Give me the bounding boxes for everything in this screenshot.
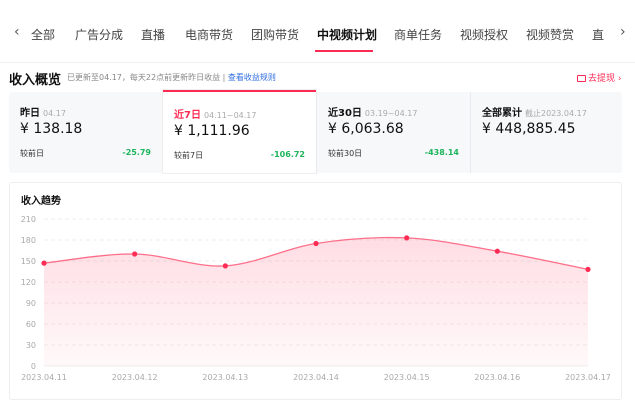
note-separator: | xyxy=(222,73,226,82)
card-last-7-days[interactable]: 近7日 04.11~04.17 ¥ 1,111.96 较前7日 -106.72 xyxy=(163,90,316,173)
tab-bar: ‹ 全部 广告分成 直播 电商带货 团购带货 中视频计划 商单任务 视频授权 视… xyxy=(0,0,635,62)
data-point xyxy=(41,260,47,266)
y-tick-label: 210 xyxy=(21,215,36,224)
card-value: ¥ 1,111.96 xyxy=(174,123,250,139)
update-note-text: 已更新至04.17，每天22点前更新昨日收益 xyxy=(67,73,221,82)
y-tick-label: 90 xyxy=(26,299,36,308)
income-trend-panel: 收入趋势 0 30 60 90 120 150 180 210 2023.04.11 2023.0… xyxy=(9,182,622,400)
x-tick-label: 2023.04.14 xyxy=(293,373,339,382)
tab-video-tips[interactable]: 视频赞赏 xyxy=(526,26,574,43)
card-label: 昨日 04.17 xyxy=(20,104,66,119)
card-label: 近30日 03.19~04.17 xyxy=(328,104,417,119)
card-value: ¥ 6,063.68 xyxy=(328,121,404,137)
card-label-text: 昨日 xyxy=(20,108,40,119)
tab-ad-share[interactable]: 广告分成 xyxy=(75,26,123,43)
tab-live[interactable]: 直播 xyxy=(141,26,165,43)
card-delta: -106.72 xyxy=(270,150,305,159)
x-tick-label: 2023.04.15 xyxy=(384,373,430,382)
card-value: ¥ 138.18 xyxy=(20,121,83,137)
data-point xyxy=(494,248,500,254)
card-delta: -438.14 xyxy=(424,148,459,157)
data-point xyxy=(585,266,591,272)
y-tick-label: 180 xyxy=(21,236,36,245)
tab-all[interactable]: 全部 xyxy=(31,26,55,43)
withdraw-arrow: › xyxy=(617,74,622,84)
card-compare-label: 较前30日 xyxy=(328,149,363,158)
withdraw-label: 去提现 xyxy=(588,74,616,84)
y-tick-label: 120 xyxy=(21,278,36,287)
tab-more[interactable]: 直 xyxy=(592,26,604,43)
card-label: 全部累计 截止2023.04.17 xyxy=(482,104,587,119)
card-date: 截止2023.04.17 xyxy=(525,109,587,118)
y-tick-label: 0 xyxy=(31,362,36,371)
x-tick-label: 2023.04.13 xyxy=(202,373,248,382)
tab-group-buy[interactable]: 团购带货 xyxy=(251,26,299,43)
tab-ecommerce[interactable]: 电商带货 xyxy=(185,26,233,43)
withdraw-button[interactable]: 去提现 › xyxy=(577,71,622,84)
divider xyxy=(0,62,635,63)
data-point xyxy=(132,251,138,257)
x-tick-label: 2023.04.11 xyxy=(21,373,67,382)
card-delta: -25.79 xyxy=(122,148,151,157)
x-tick-label: 2023.04.16 xyxy=(474,373,520,382)
income-overview-title: 收入概览 xyxy=(9,73,62,88)
data-point xyxy=(404,235,410,241)
card-date: 04.17 xyxy=(43,109,66,118)
trend-area xyxy=(44,237,588,366)
card-value: ¥ 448,885.45 xyxy=(482,121,576,137)
card-label: 近7日 04.11~04.17 xyxy=(174,106,256,121)
x-tick-label: 2023.04.17 xyxy=(565,373,611,382)
card-yesterday[interactable]: 昨日 04.17 ¥ 138.18 较前日 -25.79 xyxy=(9,92,162,173)
tab-commercial-orders[interactable]: 商单任务 xyxy=(394,26,442,43)
data-point xyxy=(222,263,228,269)
tab-mid-video-plan[interactable]: 中视频计划 xyxy=(317,26,377,43)
income-stat-cards: 昨日 04.17 ¥ 138.18 较前日 -25.79 近7日 04.11~04.… xyxy=(9,90,622,173)
card-label-text: 近7日 xyxy=(174,110,201,121)
card-label-text: 全部累计 xyxy=(482,108,522,119)
update-note: 已更新至04.17，每天22点前更新昨日收益 | 查看收益规则 xyxy=(67,72,276,83)
card-label-text: 近30日 xyxy=(328,108,362,119)
y-tick-label: 150 xyxy=(21,257,36,266)
chevron-right-icon[interactable]: › xyxy=(620,24,626,40)
card-compare-label: 较前7日 xyxy=(174,151,204,160)
income-rules-link[interactable]: 查看收益规则 xyxy=(228,73,276,82)
card-date: 04.11~04.17 xyxy=(203,111,257,120)
data-point xyxy=(313,240,319,247)
active-tab-indicator xyxy=(315,50,373,52)
card-last-30-days[interactable]: 近30日 03.19~04.17 ¥ 6,063.68 较前30日 -438.14 xyxy=(317,92,470,173)
card-total[interactable]: 全部累计 截止2023.04.17 ¥ 448,885.45 xyxy=(471,92,622,173)
x-tick-label: 2023.04.12 xyxy=(112,373,158,382)
card-date: 03.19~04.17 xyxy=(364,109,418,118)
y-tick-label: 30 xyxy=(26,341,36,350)
chevron-left-icon[interactable]: ‹ xyxy=(14,24,20,40)
income-trend-chart[interactable]: 0 30 60 90 120 150 180 210 2023.04.11 2023.04.12 2… xyxy=(10,183,621,399)
wallet-icon xyxy=(577,75,586,82)
tab-video-license[interactable]: 视频授权 xyxy=(460,26,508,43)
y-tick-label: 60 xyxy=(26,320,36,329)
card-compare-label: 较前日 xyxy=(20,149,44,158)
